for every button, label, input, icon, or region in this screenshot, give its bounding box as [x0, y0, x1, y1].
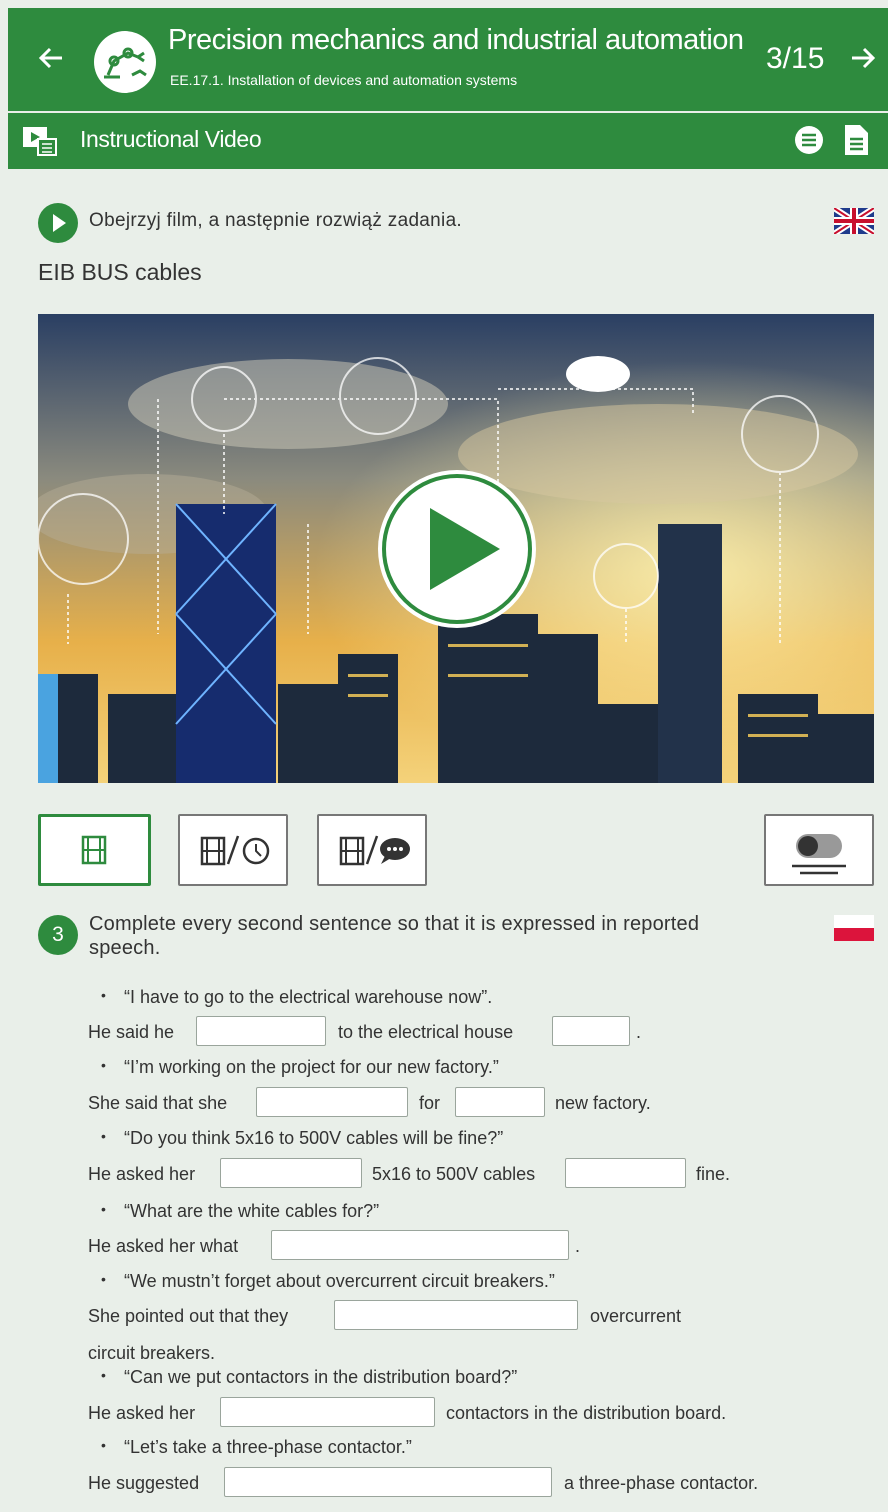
answer-middle: for	[419, 1093, 441, 1113]
task-instruction: Complete every second sentence so that i…	[89, 913, 700, 959]
answer-prefix: He suggested	[88, 1473, 200, 1493]
quote-sentence: “Let’s take a three-phase contactor.”	[101, 1437, 412, 1458]
answer-input[interactable]	[455, 1087, 545, 1117]
video-icon	[23, 127, 57, 156]
answer-continuation: circuit breakers.	[88, 1343, 216, 1363]
answer-prefix: He asked her what	[88, 1236, 239, 1256]
document-icon[interactable]	[842, 124, 870, 156]
answer-input[interactable]	[220, 1397, 435, 1427]
app-header: Precision mechanics and industrial autom…	[8, 8, 888, 111]
answer-input[interactable]	[196, 1016, 326, 1046]
answer-input[interactable]	[271, 1230, 569, 1260]
answer-suffix: fine.	[696, 1164, 731, 1184]
task-number: 3	[38, 915, 78, 955]
answer-suffix: contactors in the distribution board.	[446, 1403, 727, 1423]
answer-input[interactable]	[220, 1158, 362, 1188]
answer-prefix: She pointed out that they	[88, 1306, 289, 1326]
arrow-left-icon[interactable]	[36, 38, 66, 78]
answer-suffix: new factory.	[555, 1093, 651, 1113]
play-icon[interactable]	[378, 470, 536, 628]
film-icon[interactable]	[38, 814, 151, 886]
list-circle-icon[interactable]	[794, 125, 824, 155]
quote-sentence: “What are the white cables for?”	[101, 1201, 379, 1222]
answer-input[interactable]	[552, 1016, 630, 1046]
quote-sentence: “We mustn’t forget about overcurrent cir…	[101, 1271, 555, 1292]
play-icon[interactable]	[38, 203, 78, 243]
answer-prefix: She said that she	[88, 1093, 228, 1113]
quote-sentence: “Do you think 5x16 to 500V cables will b…	[101, 1128, 503, 1149]
film-clock-icon[interactable]	[178, 814, 288, 886]
quote-sentence: “I’m working on the project for our new …	[101, 1057, 499, 1078]
section-bar: Instructional Video	[8, 113, 888, 169]
instruction-row: Obejrzyj film, a następnie rozwiąż zadan…	[38, 201, 888, 243]
answer-input[interactable]	[565, 1158, 686, 1188]
answer-suffix: .	[636, 1022, 642, 1042]
answer-middle: 5x16 to 500V cables	[372, 1164, 536, 1184]
answer-prefix: He said he	[88, 1022, 175, 1042]
answer-prefix: He asked her	[88, 1403, 196, 1423]
robot-arm-logo	[94, 31, 156, 93]
answer-middle: to the electrical house	[338, 1022, 514, 1042]
video-title: EIB BUS cables	[38, 259, 202, 285]
arrow-right-icon[interactable]	[848, 38, 878, 78]
answer-prefix: He asked her	[88, 1164, 196, 1184]
page-counter: 3/15	[766, 42, 825, 75]
answer-suffix: a three-phase contactor.	[564, 1473, 759, 1493]
answer-input[interactable]	[224, 1467, 552, 1497]
subtitles-toggle-icon[interactable]	[764, 814, 874, 886]
instruction-text: Obejrzyj film, a następnie rozwiąż zadan…	[89, 210, 463, 231]
pl-flag-icon[interactable]	[834, 915, 874, 941]
answer-input[interactable]	[334, 1300, 578, 1330]
answer-input[interactable]	[256, 1087, 408, 1117]
uk-flag-icon[interactable]	[834, 208, 874, 234]
film-chat-icon[interactable]	[317, 814, 427, 886]
quote-sentence: “I have to go to the electrical warehous…	[101, 987, 492, 1008]
section-title: Instructional Video	[80, 126, 262, 152]
answer-suffix: .	[575, 1236, 581, 1256]
page-subtitle: EE.17.1. Installation of devices and aut…	[170, 72, 518, 88]
answer-middle: overcurrent	[590, 1306, 682, 1326]
quote-sentence: “Can we put contactors in the distributi…	[101, 1367, 517, 1388]
page-title: Precision mechanics and industrial autom…	[168, 24, 744, 56]
